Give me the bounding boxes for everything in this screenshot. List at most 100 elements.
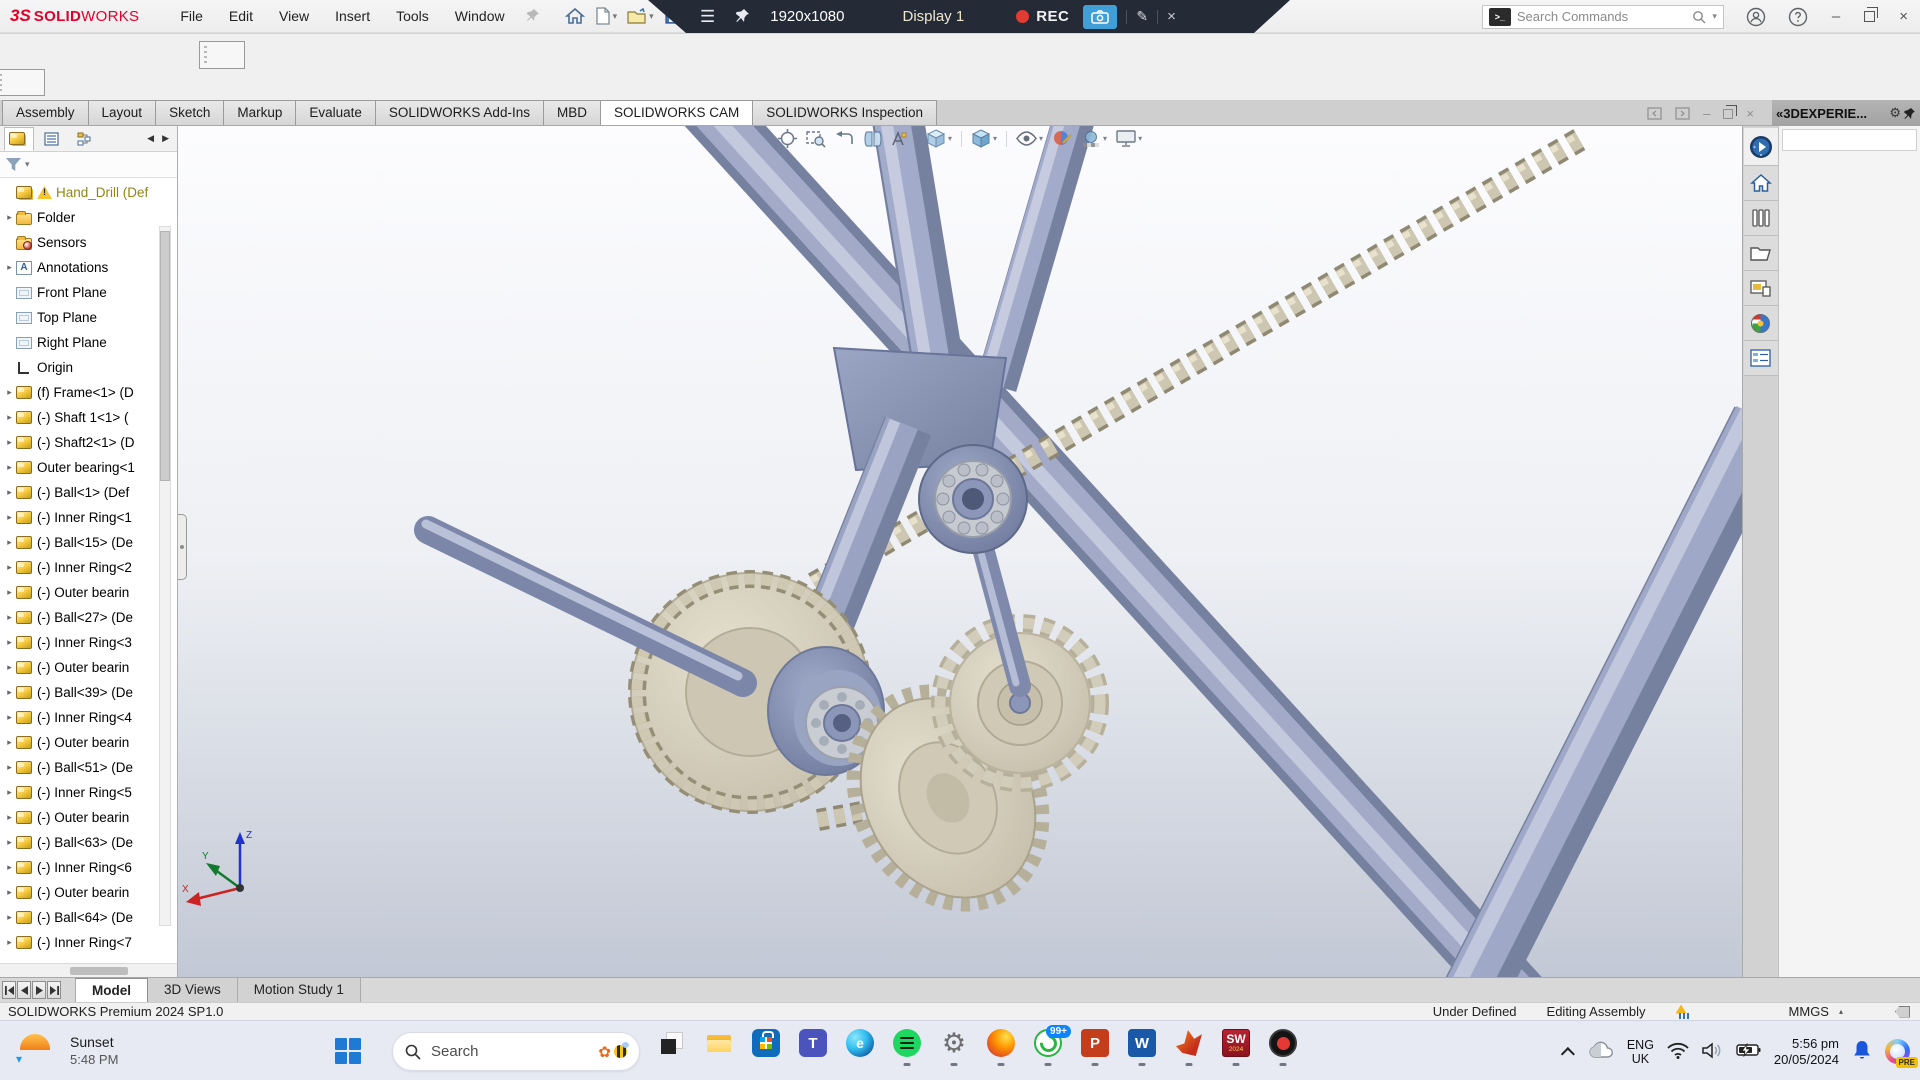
tree-item[interactable]: ▸ (f) Frame<1> (D [0,380,177,405]
scrollbar-thumb[interactable] [160,231,170,481]
notification-bell-icon[interactable] [1852,1040,1872,1064]
tree-item[interactable]: Top Plane [0,305,177,330]
expand-arrow-icon[interactable]: ▸ [3,487,16,498]
expand-arrow-icon[interactable]: ▸ [3,562,16,573]
command-search-box[interactable]: >_ Search Commands ▾ [1482,5,1724,29]
ribbon-tab[interactable]: SOLIDWORKS Add-Ins [375,100,544,125]
task-view-button[interactable] [658,1029,686,1067]
annotate-pencil-icon[interactable]: ✎ [1136,8,1148,25]
doc-close-button[interactable]: × [1746,106,1754,121]
tree-item[interactable]: ▸ (-) Ball<63> (De [0,830,177,855]
tag-icon[interactable] [1895,1006,1910,1018]
panel-splitter-handle[interactable] [178,514,187,580]
home-tab-icon[interactable] [1744,166,1778,201]
start-button[interactable] [335,1038,362,1065]
solidworks-icon[interactable]: SW2024 [1222,1029,1250,1067]
menu-item[interactable]: Window [442,0,518,32]
open-button[interactable]: ▾ [624,6,657,27]
expand-arrow-icon[interactable]: ▸ [3,662,16,673]
panel-search-field[interactable] [1782,129,1917,151]
previous-view-button[interactable] [835,131,855,147]
tree-vertical-scrollbar[interactable] [159,226,171,926]
previous-tab-button[interactable] [17,981,31,999]
battery-icon[interactable] [1736,1043,1761,1060]
whatsapp-icon[interactable]: 99+ [1034,1029,1062,1067]
caret-down-icon[interactable]: ▾ [1039,134,1043,143]
ribbon-tab[interactable]: MBD [543,100,601,125]
pane-right-button[interactable] [1675,107,1690,120]
tray-overflow-chevron-icon[interactable] [1561,1047,1575,1061]
tree-item[interactable]: ▸ (-) Ball<15> (De [0,530,177,555]
expand-arrow-icon[interactable]: ▸ [3,262,16,273]
recorder-pin-icon[interactable] [735,8,750,26]
expand-arrow-icon[interactable]: ▸ [3,437,16,448]
view-settings-button[interactable]: ▾ [1116,130,1142,147]
hide-show-items-button[interactable]: ▾ [1016,131,1043,146]
expand-arrow-icon[interactable]: ▸ [3,912,16,923]
user-account-icon[interactable] [1746,7,1766,27]
microsoft-store-icon[interactable] [752,1029,780,1067]
wifi-icon[interactable] [1667,1042,1689,1062]
minimize-button[interactable]: – [1832,8,1840,25]
pane-left-button[interactable] [1647,107,1662,120]
recorder-close-icon[interactable]: × [1167,8,1176,25]
caret-down-icon[interactable]: ▾ [948,134,952,143]
ribbon-tab[interactable]: SOLIDWORKS Inspection [752,100,937,125]
tree-item[interactable]: ▸ (-) Shaft 1<1> ( [0,405,177,430]
weather-widget[interactable]: ▾ Sunset 5:48 PM [14,1030,118,1070]
caret-down-icon[interactable]: ▾ [993,134,997,143]
zoom-fit-button[interactable] [778,129,797,148]
edit-appearance-button[interactable] [1052,130,1072,148]
tree-item[interactable]: ▸ (-) Ball<1> (Def [0,480,177,505]
expand-arrow-icon[interactable]: ▸ [3,787,16,798]
caret-down-icon[interactable]: ▾ [25,159,30,170]
tree-item[interactable]: ▸ (-) Shaft2<1> (D [0,430,177,455]
expand-arrow-icon[interactable]: ▸ [3,587,16,598]
expand-arrow-icon[interactable]: ▸ [3,862,16,873]
doc-restore-button[interactable] [1723,109,1733,119]
language-indicator[interactable]: ENG UK [1627,1038,1654,1066]
scroll-left-icon[interactable]: ◀ [147,133,154,144]
tree-item[interactable]: ▸ (-) Ball<64> (De [0,905,177,930]
help-icon[interactable] [1788,7,1808,27]
matlab-icon[interactable] [1175,1029,1203,1067]
tree-item[interactable]: ▸ Folder [0,205,177,230]
section-view-button[interactable] [864,131,882,147]
tree-root-item[interactable]: Hand_Drill (Def [0,180,177,205]
search-icon[interactable] [1692,10,1706,24]
expand-arrow-icon[interactable]: ▸ [3,637,16,648]
taskbar-search[interactable]: Search ✿ [392,1032,640,1071]
unit-system-label[interactable]: MMGS [1789,1004,1829,1019]
tree-item[interactable]: ▸ (-) Inner Ring<6 [0,855,177,880]
onedrive-cloud-icon[interactable] [1588,1041,1614,1062]
apply-scene-button[interactable]: ▾ [1081,130,1107,148]
tab-feature-tree[interactable] [4,127,34,151]
expand-arrow-icon[interactable]: ▸ [3,687,16,698]
expand-arrow-icon[interactable]: ▸ [3,462,16,473]
tree-horizontal-scrollbar[interactable] [0,963,177,977]
expand-arrow-icon[interactable]: ▸ [3,412,16,423]
upper-bearing[interactable] [919,445,1027,553]
tree-item[interactable]: ▸ (-) Inner Ring<1 [0,505,177,530]
expand-arrow-icon[interactable]: ▸ [3,837,16,848]
tree-item[interactable]: Origin [0,355,177,380]
zoom-area-button[interactable] [806,130,826,148]
settings-icon[interactable]: ⚙ [940,1029,968,1067]
gear-icon[interactable]: ⚙ [1889,105,1901,121]
filter-funnel-icon[interactable] [6,158,21,171]
caret-up-icon[interactable]: ▴ [1839,1007,1843,1016]
expand-arrow-icon[interactable]: ▸ [3,887,16,898]
menu-item[interactable]: View [266,0,322,32]
tree-item[interactable]: ▸ (-) Outer bearin [0,880,177,905]
caret-down-icon[interactable]: ▾ [1712,11,1717,22]
powerpoint-icon[interactable]: P [1081,1029,1109,1067]
image-viewer-tab-icon[interactable] [1744,271,1778,306]
next-tab-button[interactable] [32,981,46,999]
tree-item[interactable]: ▸ (-) Inner Ring<4 [0,705,177,730]
pin-panel-icon[interactable] [1903,107,1916,120]
copilot-icon[interactable]: PRE [1885,1039,1910,1064]
marketplace-globe-icon[interactable] [1744,306,1778,341]
tree-item[interactable]: ▸ (-) Inner Ring<2 [0,555,177,580]
close-button[interactable]: × [1899,8,1908,25]
menu-item[interactable]: Tools [383,0,442,32]
